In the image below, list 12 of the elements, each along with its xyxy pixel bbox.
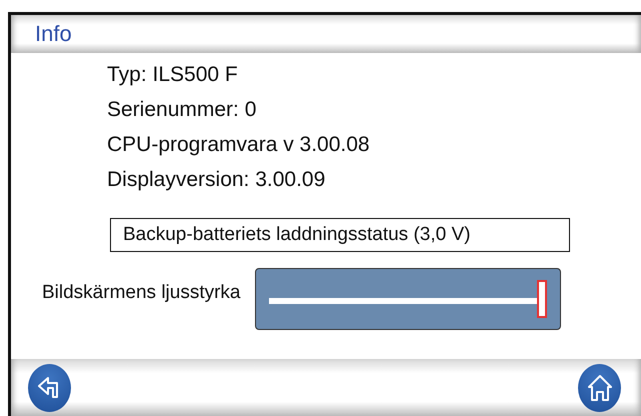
info-text: CPU-programvara v 3.00.08 bbox=[107, 132, 371, 158]
info-text: Typ: ILS500 F bbox=[107, 62, 239, 88]
slider-thumb[interactable] bbox=[536, 280, 546, 318]
home-button[interactable] bbox=[578, 364, 621, 412]
info-text: Displayversion: 3.00.09 bbox=[107, 167, 326, 193]
battery-status-text: Backup-batteriets laddningsstatus (3,0 V) bbox=[110, 218, 570, 252]
page-title: Info bbox=[35, 21, 72, 47]
home-icon bbox=[586, 374, 612, 402]
brightness-slider[interactable] bbox=[254, 268, 560, 330]
back-button[interactable] bbox=[28, 364, 71, 412]
brightness-label: Bildskärmens ljusstyrka bbox=[42, 282, 240, 304]
info-text: Serienummer: 0 bbox=[107, 97, 258, 123]
